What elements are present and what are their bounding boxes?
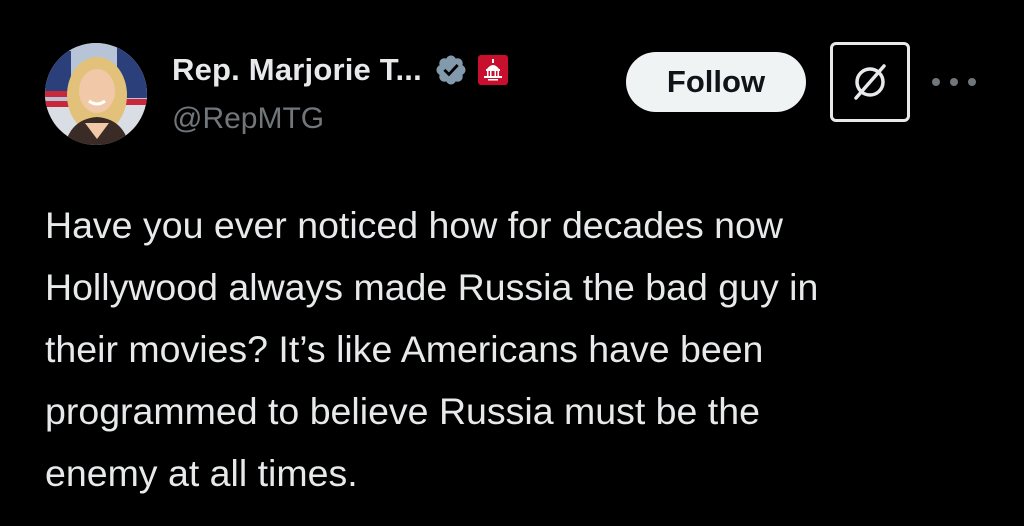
more-dot <box>950 78 958 86</box>
tweet-text: Have you ever noticed how for decades no… <box>45 204 819 494</box>
grok-button[interactable] <box>830 42 910 122</box>
author-display-name[interactable]: Rep. Marjorie T... <box>172 52 422 88</box>
more-options-icon[interactable] <box>932 64 976 100</box>
follow-button[interactable]: Follow <box>626 52 806 112</box>
author-name-row: Rep. Marjorie T... <box>172 48 508 92</box>
verified-badge-icon[interactable] <box>434 53 468 87</box>
us-capitol-icon[interactable] <box>477 55 508 85</box>
tweet-card: Rep. Marjorie T... @RepMTG Follow Have y… <box>0 0 1024 526</box>
more-dot <box>932 78 940 86</box>
author-handle[interactable]: @RepMTG <box>172 102 324 136</box>
avatar-image <box>45 43 147 145</box>
more-dot <box>968 78 976 86</box>
author-avatar[interactable] <box>45 43 147 145</box>
grok-icon <box>854 64 886 100</box>
